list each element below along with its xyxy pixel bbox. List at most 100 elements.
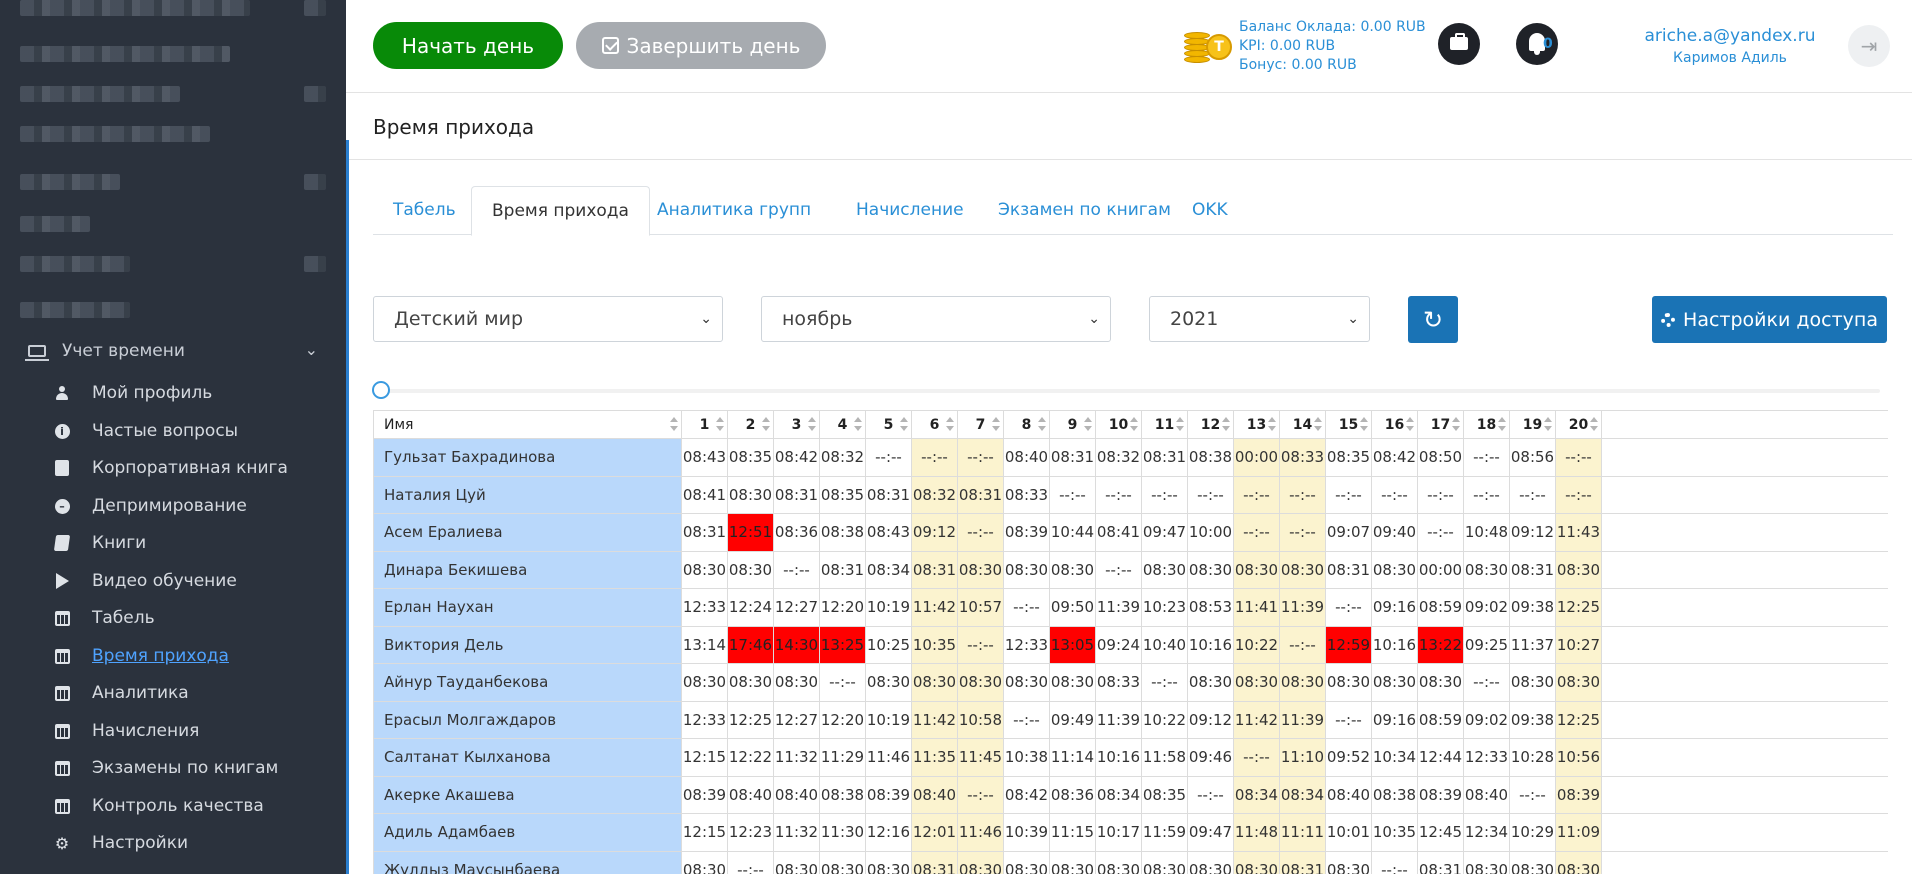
arrival-time-cell: 12:34 (1463, 813, 1510, 852)
tab-arrival-time[interactable]: Время прихода (471, 186, 650, 236)
tab-okk[interactable]: OKK (1172, 186, 1248, 235)
arrival-time-cell: 09:12 (1187, 700, 1234, 739)
column-header-day[interactable]: 4 (819, 410, 866, 439)
arrival-time-cell: 11:42 (1233, 700, 1280, 739)
table-scroll-handle[interactable] (372, 381, 390, 399)
table-scroll-track[interactable] (380, 389, 1880, 393)
column-header-day[interactable]: 6 (911, 410, 958, 439)
balance-info: Баланс Оклада: 0.00 RUB KPI: 0.00 RUB Бо… (1239, 18, 1426, 75)
column-header-name[interactable]: Имя (373, 410, 682, 439)
arrival-time-cell: 08:31 (957, 475, 1004, 514)
day-label: 7 (975, 416, 986, 433)
end-day-button[interactable]: Завершить день (576, 22, 826, 69)
column-header-day[interactable]: 1 (681, 410, 728, 439)
arrival-time-cell: 08:30 (1141, 850, 1188, 874)
access-settings-button[interactable]: Настройки доступа (1652, 296, 1887, 343)
arrival-time-cell: 08:30 (1141, 550, 1188, 589)
column-header-day[interactable]: 15 (1325, 410, 1372, 439)
arrival-time-cell: 08:30 (957, 550, 1004, 589)
column-header-day[interactable]: 8 (1003, 410, 1050, 439)
year-select[interactable]: 2021 ⌄ (1149, 296, 1370, 342)
sidebar-item-corporate-book[interactable]: Корпоративная книга (52, 453, 332, 483)
arrival-time-cell: --:-- (773, 550, 820, 589)
column-header-day[interactable]: 2 (727, 410, 774, 439)
arrival-time-cell: 08:41 (681, 475, 728, 514)
arrival-time-cell: 08:30 (1003, 850, 1050, 874)
sidebar-item-accruals[interactable]: Начисления (52, 716, 332, 746)
arrival-time-cell: --:-- (1279, 513, 1326, 552)
table-row: Акерке Акашева 08:39 08:40 08:40 08:38 08:39 0… (373, 775, 1888, 814)
arrival-time-cell: 08:36 (773, 513, 820, 552)
sidebar-item-books[interactable]: Книги (52, 528, 332, 558)
column-header-day[interactable]: 13 (1233, 410, 1280, 439)
day-label: 18 (1476, 416, 1497, 433)
column-header-day[interactable]: 7 (957, 410, 1004, 439)
arrival-time-cell: 11:29 (819, 738, 866, 777)
sidebar-item-timesheet[interactable]: Табель (52, 603, 332, 633)
sidebar-item-arrival-time[interactable]: Время прихода (52, 641, 332, 671)
column-header-day[interactable]: 19 (1509, 410, 1556, 439)
arrival-time-cell: 08:31 (911, 850, 958, 874)
tab-book-exam[interactable]: Экзамен по книгам (978, 186, 1191, 235)
arrival-time-cell: 11:39 (1095, 588, 1142, 627)
column-header-day[interactable]: 18 (1463, 410, 1510, 439)
arrival-time-cell: 10:48 (1463, 513, 1510, 552)
sidebar-item-book-exams[interactable]: Экзамены по книгам (52, 753, 332, 783)
day-label: 17 (1430, 416, 1451, 433)
sidebar-item-quality-control[interactable]: Контроль качества (52, 791, 332, 821)
arrival-time-cell: 09:46 (1187, 738, 1234, 777)
briefcase-button[interactable] (1438, 23, 1480, 65)
notifications-count: 0 (1543, 36, 1553, 52)
arrival-time-cell: --:-- (957, 775, 1004, 814)
arrival-time-cell: 09:24 (1095, 625, 1142, 664)
sidebar-item-faq[interactable]: i Частые вопросы (52, 416, 332, 446)
column-header-day[interactable]: 17 (1417, 410, 1464, 439)
column-header-day[interactable]: 16 (1371, 410, 1418, 439)
sort-icon (1544, 417, 1552, 431)
arrival-time-cell: 08:30 (773, 850, 820, 874)
arrival-time-cell: --:-- (1463, 475, 1510, 514)
arrival-time-cell: 10:58 (957, 700, 1004, 739)
arrival-time-cell: 11:15 (1049, 813, 1096, 852)
arrival-time-cell: 12:27 (773, 700, 820, 739)
sidebar-item-settings[interactable]: ⚙ Настройки (52, 828, 332, 858)
arrival-time-cell: 08:59 (1417, 588, 1464, 627)
tab-group-analytics[interactable]: Аналитика групп (637, 186, 831, 235)
sort-icon (1084, 417, 1092, 431)
arrival-time-cell: 10:57 (957, 588, 1004, 627)
column-header-day[interactable]: 3 (773, 410, 820, 439)
arrival-time-cell: 08:53 (1187, 588, 1234, 627)
arrival-time-cell: 11:42 (911, 700, 958, 739)
start-day-button[interactable]: Начать день (373, 22, 563, 69)
column-header-day[interactable]: 14 (1279, 410, 1326, 439)
menu-section-time-tracking[interactable]: Учет времени ⌄ (25, 338, 328, 364)
arrival-time-cell: --:-- (1233, 513, 1280, 552)
overflow-cell (1601, 475, 1888, 514)
sidebar-item-video-training[interactable]: Видео обучение (52, 566, 332, 596)
column-header-day[interactable]: 11 (1141, 410, 1188, 439)
arrival-time-cell: 08:39 (865, 775, 912, 814)
arrival-time-cell: 08:43 (865, 513, 912, 552)
arrival-time-cell: --:-- (1233, 475, 1280, 514)
column-header-day[interactable]: 20 (1555, 410, 1602, 439)
blurred-menu-item (20, 46, 230, 62)
day-label: 16 (1384, 416, 1405, 433)
month-select[interactable]: ноябрь ⌄ (761, 296, 1111, 342)
logout-button[interactable]: ⇥ (1848, 25, 1890, 67)
group-select[interactable]: Детский мир ⌄ (373, 296, 723, 342)
user-email-link[interactable]: ariche.a@yandex.ru (1630, 26, 1830, 46)
sidebar-item-deprivation[interactable]: – Депримирование (52, 491, 332, 521)
column-header-day[interactable]: 9 (1049, 410, 1096, 439)
sort-icon (1176, 417, 1184, 431)
arrival-time-cell: 08:30 (1509, 663, 1556, 702)
arrival-time-cell: 10:22 (1141, 700, 1188, 739)
column-header-day[interactable]: 10 (1095, 410, 1142, 439)
column-header-day[interactable]: 5 (865, 410, 912, 439)
tab-timesheet[interactable]: Табель (373, 186, 476, 235)
tab-accrual[interactable]: Начисление (836, 186, 984, 235)
arrival-time-cell: 08:40 (1463, 775, 1510, 814)
sidebar-item-profile[interactable]: Мой профиль (52, 378, 332, 408)
column-header-day[interactable]: 12 (1187, 410, 1234, 439)
refresh-button[interactable]: ↻ (1408, 296, 1458, 343)
sidebar-item-analytics[interactable]: Аналитика (52, 678, 332, 708)
